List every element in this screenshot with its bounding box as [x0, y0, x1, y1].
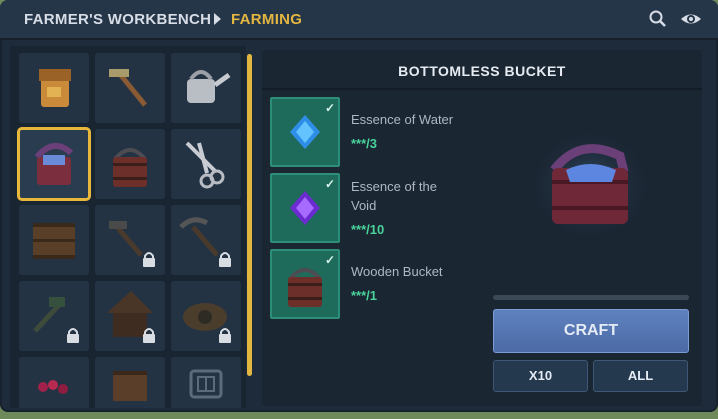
- recipe-shears[interactable]: [171, 129, 241, 199]
- recipe-watering-can[interactable]: [171, 53, 241, 123]
- breadcrumb-farming: FARMING: [231, 11, 303, 28]
- recipe-wooden-bucket[interactable]: [95, 129, 165, 199]
- crate-icon: [33, 223, 75, 259]
- recipe-bottomless-bucket[interactable]: [17, 127, 91, 201]
- bottomless-bucket-preview-icon: [528, 127, 652, 243]
- recipe-berries[interactable]: [19, 357, 89, 408]
- ingredient-count: ***/1: [351, 288, 378, 303]
- lock-icon: [143, 328, 155, 343]
- berries-icon: [38, 380, 68, 394]
- ingredient-name-line1: Essence of the: [351, 179, 437, 194]
- ingredient-name: Essence of the Void: [351, 177, 437, 215]
- lock-icon: [143, 252, 155, 267]
- box-icon: [113, 371, 147, 401]
- watering-can-icon: [187, 70, 231, 103]
- craft-all-button[interactable]: ALL: [593, 360, 688, 392]
- title-divider: [262, 88, 702, 90]
- ingredient-slot-wooden-bucket[interactable]: ✓: [270, 249, 340, 319]
- ingredient-name-line2: Void: [351, 198, 377, 213]
- breadcrumb-arrow-icon: [214, 13, 221, 25]
- wooden-bucket-icon: [113, 148, 147, 187]
- shears-icon: [185, 141, 225, 189]
- eye-icon[interactable]: [680, 9, 702, 29]
- ingredient-slot-void-essence[interactable]: ✓: [270, 173, 340, 243]
- rune-icon: [189, 369, 223, 399]
- craft-button[interactable]: CRAFT: [493, 309, 689, 353]
- recipe-hoe[interactable]: [95, 53, 165, 123]
- recipe-locked-machine[interactable]: [171, 281, 241, 351]
- recipe-box[interactable]: [95, 357, 165, 408]
- lock-icon: [219, 252, 231, 267]
- recipe-seed-sack[interactable]: [19, 53, 89, 123]
- lock-icon: [67, 328, 79, 343]
- check-icon: ✓: [324, 101, 335, 115]
- recipe-rune[interactable]: [171, 357, 241, 408]
- ingredient-slot-water-essence[interactable]: ✓: [270, 97, 340, 167]
- recipe-locked-tool-1[interactable]: [95, 205, 165, 275]
- ingredient-name: Wooden Bucket: [351, 264, 443, 279]
- craft-progress-bar: [493, 295, 689, 300]
- recipe-crate[interactable]: [19, 205, 89, 275]
- title-bar: FARMER'S WORKBENCH FARMING: [0, 0, 718, 40]
- seed-sack-icon: [39, 69, 71, 107]
- check-icon: ✓: [324, 253, 335, 267]
- workbench-window: FARMER'S WORKBENCH FARMING BOTTOMLESS BU…: [0, 0, 718, 412]
- check-icon: ✓: [324, 177, 335, 191]
- craft-x10-button[interactable]: X10: [493, 360, 588, 392]
- recipe-locked-tool-2[interactable]: [171, 205, 241, 275]
- recipe-locked-tool-3[interactable]: [19, 281, 89, 351]
- breadcrumb-workbench[interactable]: FARMER'S WORKBENCH: [24, 11, 211, 28]
- recipe-grid: [10, 46, 246, 408]
- recipe-title: BOTTOMLESS BUCKET: [398, 63, 566, 79]
- bottomless-bucket-icon: [34, 143, 74, 185]
- search-icon[interactable]: [648, 9, 670, 29]
- lock-icon: [219, 328, 231, 343]
- recipe-locked-house[interactable]: [95, 281, 165, 351]
- hoe-icon: [109, 69, 147, 107]
- ingredient-count: ***/3: [351, 136, 378, 151]
- ingredient-count: ***/10: [351, 222, 385, 237]
- recipe-scrollbar-thumb[interactable]: [247, 54, 252, 376]
- ingredient-name: Essence of Water: [351, 112, 454, 127]
